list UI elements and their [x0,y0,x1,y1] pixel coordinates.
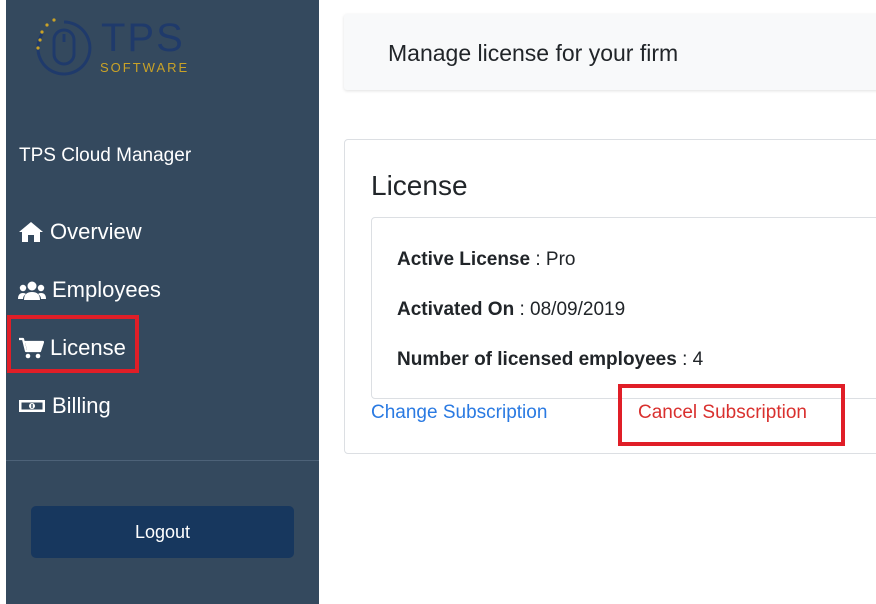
page-header: Manage license for your firm [344,14,876,90]
sidebar-item-label: Employees [52,277,161,302]
licensed-employees-value: 4 [692,349,704,370]
licensed-employees-label: Number of licensed employees [397,349,677,370]
sidebar-item-label: Overview [50,219,142,244]
money-bill-icon [19,400,45,412]
page-title: Manage license for your firm [388,40,679,66]
sidebar: TPS SOFTWARE TPS Cloud Manager Overview … [6,0,319,604]
change-subscription-link[interactable]: Change Subscription [371,402,547,424]
row-separator: : [530,249,546,270]
activated-on-label: Activated On [397,299,515,320]
active-license-label: Active License [397,249,531,270]
sidebar-divider [6,460,319,461]
license-title: License [371,170,468,201]
app-name: TPS Cloud Manager [19,145,192,166]
logo-brand-text: TPS [101,16,185,60]
row-separator: : [676,349,693,370]
license-details: Active License : Pro Activated On : 08/0… [371,217,876,399]
cancel-highlight-box [618,384,845,446]
activated-on-value: 08/09/2019 [530,299,626,320]
activated-on-row: Activated On : 08/09/2019 [397,299,625,321]
home-icon [19,222,43,242]
row-separator: : [514,299,531,320]
logout-button[interactable]: Logout [31,506,294,558]
tps-logo[interactable]: TPS SOFTWARE [32,14,192,78]
logo-mark-icon [36,18,92,76]
sidebar-item-employees[interactable]: Employees [18,270,161,310]
sidebar-item-label: Billing [52,393,111,418]
active-license-row: Active License : Pro [397,249,576,271]
sidebar-item-billing[interactable]: Billing [18,386,111,426]
users-icon [18,281,46,300]
logo-tagline-text: SOFTWARE [100,60,190,75]
sidebar-item-overview[interactable]: Overview [18,212,142,252]
licensed-employees-row: Number of licensed employees : 4 [397,349,703,371]
license-highlight-box [7,315,139,373]
active-license-value: Pro [545,249,576,270]
